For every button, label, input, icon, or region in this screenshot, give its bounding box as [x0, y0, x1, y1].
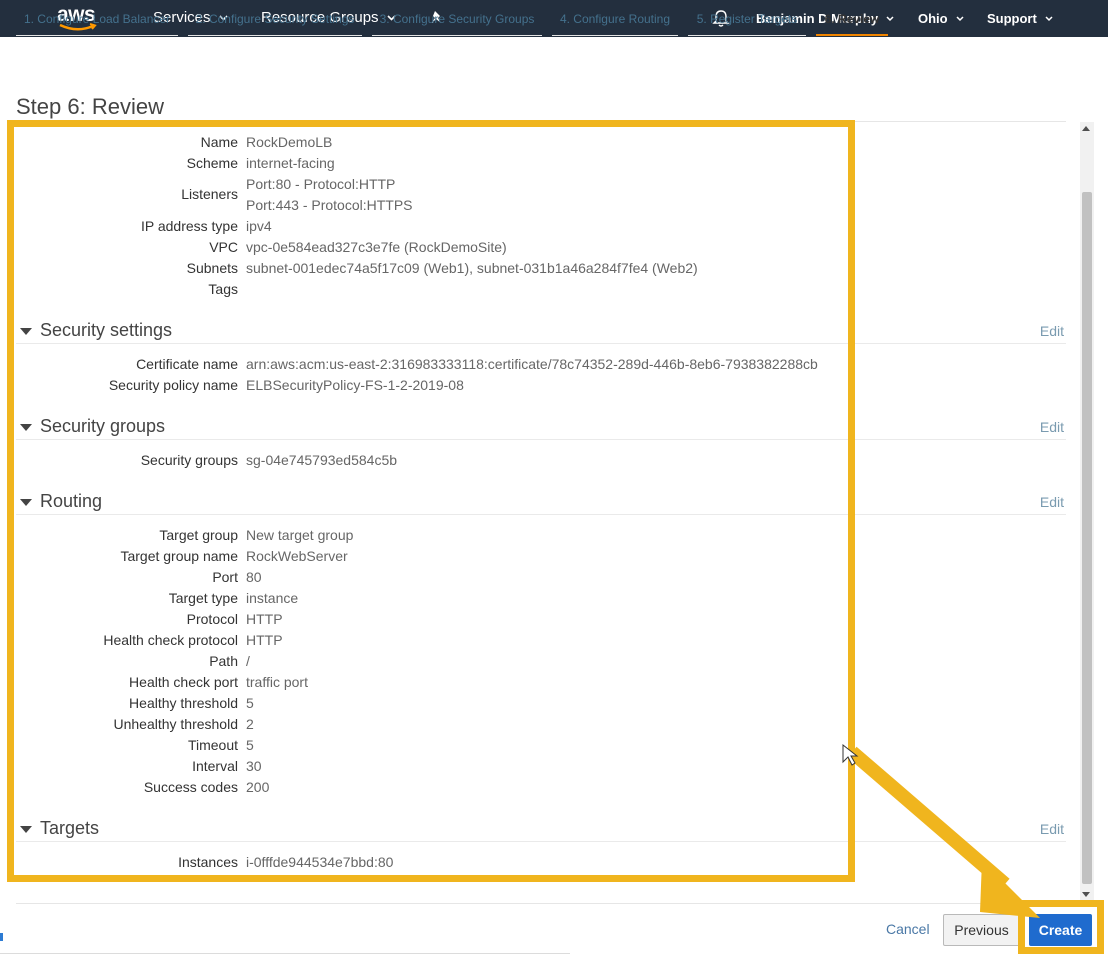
collapse-triangle-icon: [20, 424, 32, 431]
field-value: RockWebServer: [246, 548, 348, 564]
tab-configure-security-settings[interactable]: 2. Configure Security Settings: [188, 0, 362, 36]
field-label: Security policy name: [108, 377, 238, 393]
section-security-groups[interactable]: Security groups Edit: [16, 416, 1066, 440]
tab-configure-routing[interactable]: 4. Configure Routing: [552, 0, 678, 36]
field-value: subnet-001edec74a5f17c09 (Web1), subnet-…: [246, 260, 698, 276]
field-value: Port:443 - Protocol:HTTPS: [246, 197, 413, 213]
field-label: Port: [212, 569, 238, 585]
field-value: ipv4: [246, 218, 272, 234]
field-label: Instances: [178, 854, 238, 870]
section-security-settings[interactable]: Security settings Edit: [16, 320, 1066, 344]
previous-button[interactable]: Previous: [943, 914, 1020, 946]
field-label: Health check port: [129, 674, 238, 690]
footer-divider: [16, 903, 1078, 904]
field-value: /: [246, 653, 250, 669]
field-label: Target group: [159, 527, 238, 543]
field-value: sg-04e745793ed584c5b: [246, 452, 398, 468]
section-title: Routing: [40, 491, 103, 511]
edit-targets-link[interactable]: Edit: [1040, 821, 1064, 837]
field-label: Target group name: [120, 548, 238, 564]
section-title: Targets: [40, 818, 100, 838]
cancel-button[interactable]: Cancel: [886, 921, 930, 937]
collapse-triangle-icon: [20, 499, 32, 506]
section-targets[interactable]: Targets Edit: [16, 818, 1066, 842]
section-title: Security settings: [40, 320, 173, 340]
field-label: Certificate name: [136, 356, 238, 372]
field-value: 5: [246, 737, 254, 753]
field-label: Health check protocol: [103, 632, 238, 648]
edit-security-groups-link[interactable]: Edit: [1040, 419, 1064, 435]
field-value: 2: [246, 716, 254, 732]
create-button[interactable]: Create: [1029, 914, 1092, 946]
field-label: Success codes: [143, 779, 238, 795]
tab-configure-security-groups[interactable]: 3. Configure Security Groups: [372, 0, 542, 36]
page-title: Step 6: Review: [16, 94, 164, 119]
field-value: instance: [246, 590, 299, 606]
collapse-triangle-icon: [20, 826, 32, 833]
scrollbar[interactable]: [1080, 122, 1094, 900]
field-value: HTTP: [246, 611, 283, 627]
field-label: Healthy threshold: [129, 695, 238, 711]
field-value: 5: [246, 695, 254, 711]
field-label: Unhealthy threshold: [113, 716, 238, 732]
field-value: vpc-0e584ead327c3e7fe (RockDemoSite): [246, 239, 507, 255]
scroll-up-arrow-icon[interactable]: [1082, 126, 1090, 131]
region-menu[interactable]: Ohio: [918, 11, 964, 26]
region-label: Ohio: [918, 11, 948, 26]
field-label: Tags: [208, 281, 238, 297]
field-value: New target group: [246, 527, 354, 543]
field-value: arn:aws:acm:us-east-2:316983333118:certi…: [246, 356, 818, 372]
edge-marker: [0, 933, 3, 941]
chevron-down-icon: [1045, 15, 1053, 21]
field-label: Security groups: [140, 452, 238, 468]
divider: [16, 121, 1066, 122]
field-value: 80: [246, 569, 262, 585]
bottom-divider: [0, 953, 570, 954]
section-title: Security groups: [40, 416, 166, 436]
field-label: Interval: [192, 758, 238, 774]
collapse-triangle-icon: [20, 328, 32, 335]
field-value: 200: [246, 779, 270, 795]
field-value: i-0fffde944534e7bbd:80: [246, 854, 394, 870]
edit-security-settings-link[interactable]: Edit: [1040, 323, 1064, 339]
tab-configure-load-balancer[interactable]: 1. Configure Load Balancer: [16, 0, 178, 36]
field-value: HTTP: [246, 632, 283, 648]
chevron-down-icon: [956, 15, 964, 21]
support-label: Support: [987, 11, 1037, 26]
field-label: Listeners: [181, 186, 238, 202]
field-label: IP address type: [140, 218, 238, 234]
field-value: traffic port: [246, 674, 308, 690]
field-label: Name: [200, 134, 238, 150]
scrollbar-thumb[interactable]: [1082, 192, 1092, 884]
field-value: internet-facing: [246, 155, 335, 171]
field-label: Timeout: [187, 737, 238, 753]
field-label: Subnets: [186, 260, 238, 276]
scroll-down-arrow-icon[interactable]: [1082, 892, 1090, 897]
edit-routing-link[interactable]: Edit: [1040, 494, 1064, 510]
section-routing[interactable]: Routing Edit: [16, 491, 1066, 515]
support-menu[interactable]: Support: [987, 11, 1053, 26]
field-label: VPC: [209, 239, 238, 255]
field-value: Port:80 - Protocol:HTTP: [246, 176, 396, 192]
field-label: Protocol: [186, 611, 238, 627]
field-value: 30: [246, 758, 262, 774]
field-value: RockDemoLB: [246, 134, 333, 150]
field-value: ELBSecurityPolicy-FS-1-2-2019-08: [246, 377, 464, 393]
field-label: Scheme: [186, 155, 238, 171]
tab-review[interactable]: 6. Review: [816, 0, 888, 36]
tab-register-targets[interactable]: 5. Register Targets: [688, 0, 806, 36]
mouse-cursor-icon: [842, 743, 859, 766]
field-label: Path: [209, 653, 238, 669]
field-label: Target type: [168, 590, 238, 606]
